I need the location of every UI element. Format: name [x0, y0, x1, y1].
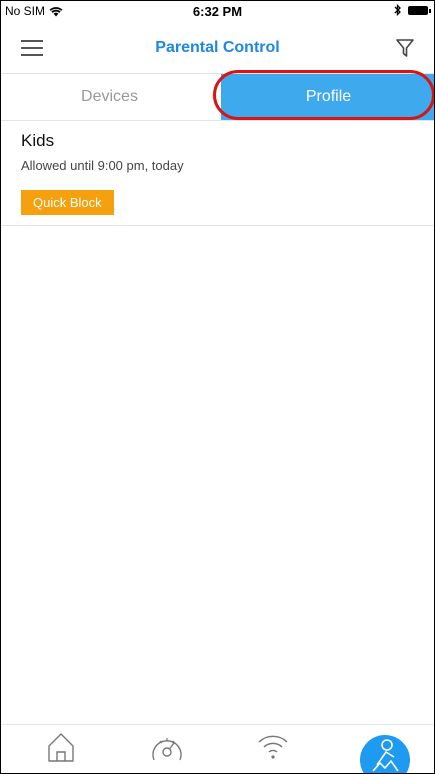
battery-icon [408, 5, 431, 15]
parental-control-icon [372, 739, 399, 772]
segment-tabs: Devices Profile [1, 74, 434, 121]
home-icon [48, 733, 74, 762]
navigation-bar: Parental Control [1, 21, 434, 74]
speedometer-icon [152, 738, 182, 761]
profile-name: Kids [21, 131, 55, 150]
wifi-icon [258, 735, 288, 759]
tab-home[interactable] [39, 730, 83, 773]
tab-speed[interactable] [145, 730, 189, 773]
bottom-tab-bar [1, 724, 434, 773]
bluetooth-icon [394, 4, 401, 16]
app-screen: No SIM 6:32 PM Parental Control Devices … [0, 0, 435, 774]
tab-parental-control[interactable] [360, 735, 410, 773]
profile-status: Allowed until 9:00 pm, today [21, 158, 184, 173]
tab-profile[interactable]: Profile [221, 74, 434, 120]
status-time: 6:32 PM [192, 4, 243, 19]
filter-icon[interactable] [396, 38, 414, 58]
tab-devices[interactable]: Devices [1, 74, 218, 120]
profile-list-item[interactable]: Kids Allowed until 9:00 pm, today Quick … [1, 121, 434, 226]
tab-wifi[interactable] [251, 730, 295, 773]
status-bar: No SIM 6:32 PM [1, 1, 434, 21]
page-title: Parental Control [155, 39, 280, 56]
status-right [394, 4, 431, 16]
quick-block-button[interactable]: Quick Block [21, 190, 114, 215]
